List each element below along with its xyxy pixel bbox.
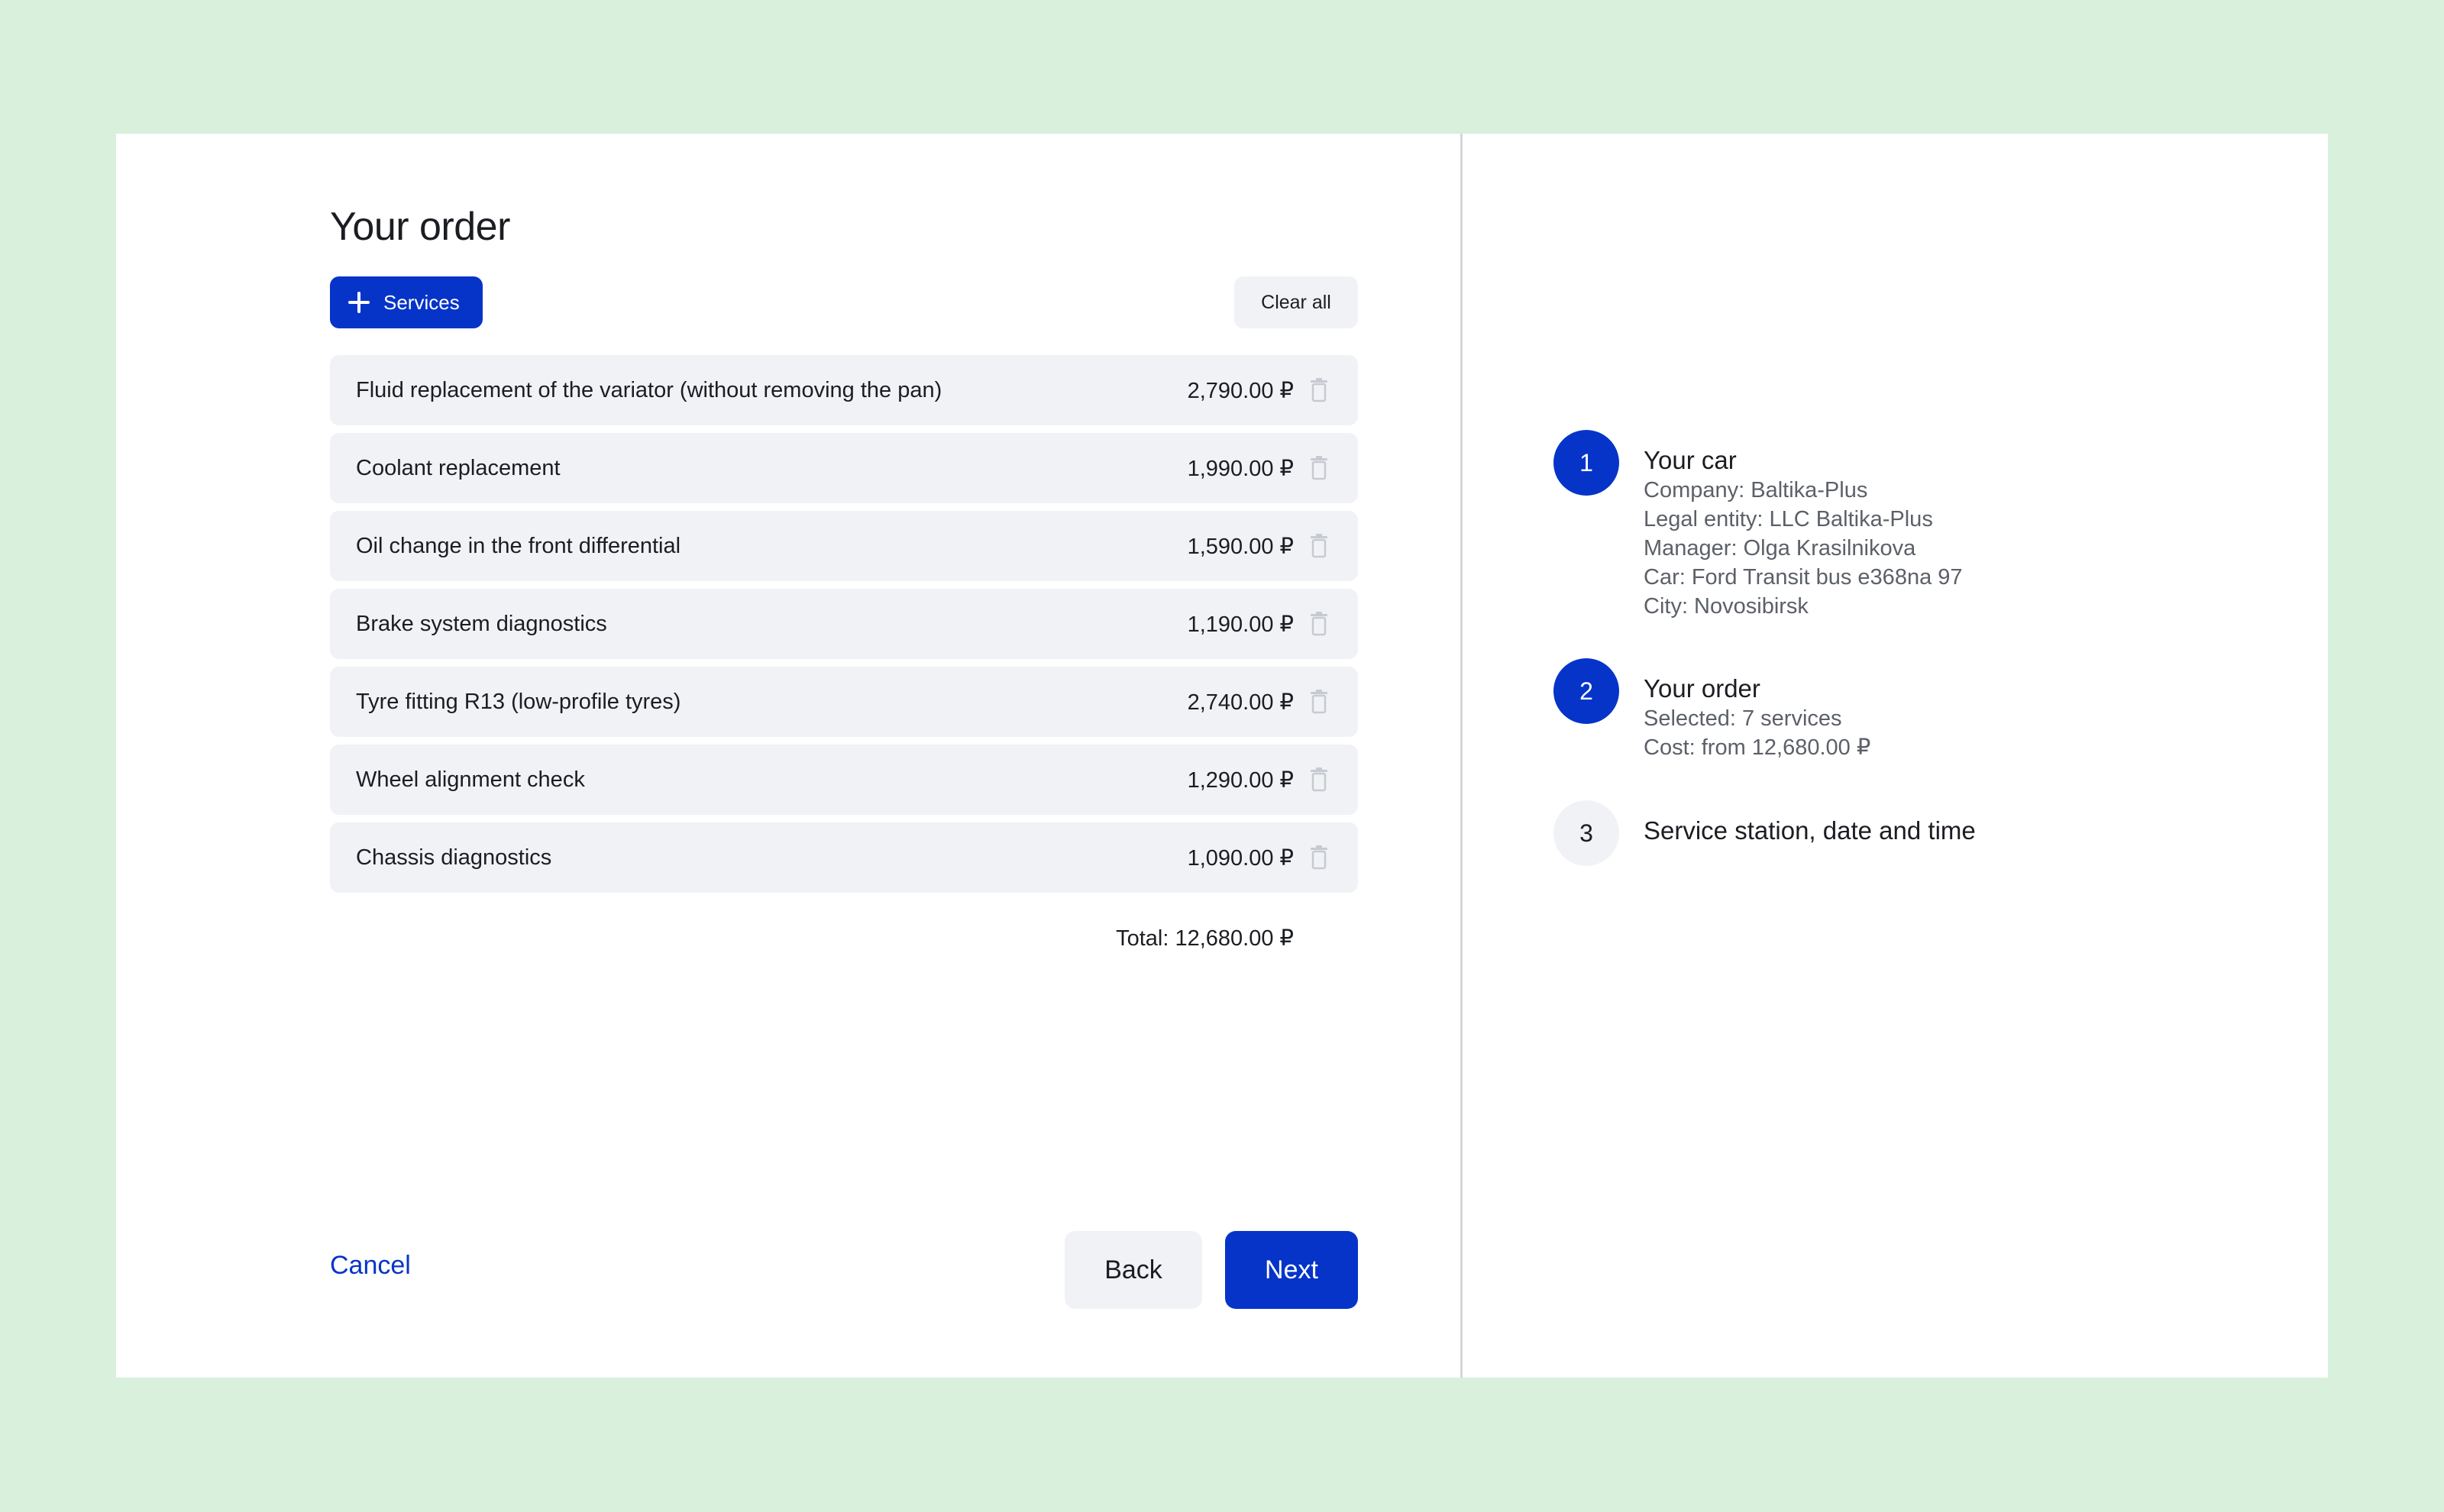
item-name: Brake system diagnostics <box>356 611 607 636</box>
total-label: Total: <box>1116 926 1169 951</box>
list-item: Tyre fitting R13 (low-profile tyres) 2,7… <box>330 667 1358 737</box>
step-title: Your order <box>1644 674 1760 703</box>
step-body: Service station, date and time <box>1644 816 2224 846</box>
trash-icon[interactable] <box>1311 534 1327 558</box>
item-name: Fluid replacement of the variator (witho… <box>356 377 942 402</box>
trash-icon[interactable] <box>1311 378 1327 402</box>
step-detail: Car: Ford Transit bus е368na 97 <box>1644 565 1963 590</box>
step-detail: Company: Baltika-Plus <box>1644 478 1868 502</box>
next-button[interactable]: Next <box>1225 1231 1358 1309</box>
cancel-link[interactable]: Cancel <box>330 1251 411 1281</box>
list-item: Coolant replacement 1,990.00 ₽ <box>330 433 1358 503</box>
step-detail: Legal entity: LLC Baltika-Plus <box>1644 507 1933 531</box>
step-number-badge: 3 <box>1553 800 1619 866</box>
item-name: Tyre fitting R13 (low-profile tyres) <box>356 689 681 714</box>
back-button[interactable]: Back <box>1065 1231 1202 1309</box>
trash-icon[interactable] <box>1311 612 1327 636</box>
step-title: Service station, date and time <box>1644 816 1976 845</box>
item-price: 2,740.00 ₽ <box>1187 690 1294 715</box>
trash-icon[interactable] <box>1311 690 1327 714</box>
list-item: Oil change in the front differential 1,5… <box>330 511 1358 581</box>
clear-all-button[interactable]: Clear all <box>1234 276 1358 328</box>
item-name: Chassis diagnostics <box>356 845 552 870</box>
step-number-badge: 2 <box>1553 658 1619 724</box>
trash-icon[interactable] <box>1311 767 1327 792</box>
add-services-button[interactable]: Services <box>330 276 483 328</box>
step-detail: City: Novosibirsk <box>1644 594 1809 619</box>
step-detail: Selected: 7 services <box>1644 706 1842 731</box>
item-price: 1,290.00 ₽ <box>1187 767 1294 793</box>
item-price: 1,590.00 ₽ <box>1187 534 1294 559</box>
step-detail: Cost: from 12,680.00 ₽ <box>1644 735 1871 760</box>
trash-icon[interactable] <box>1311 456 1327 480</box>
list-item: Fluid replacement of the variator (witho… <box>330 355 1358 425</box>
list-item: Chassis diagnostics 1,090.00 ₽ <box>330 822 1358 893</box>
item-price: 1,090.00 ₽ <box>1187 845 1294 871</box>
plus-icon <box>348 292 370 313</box>
order-panel: Your order Services Clear all Fluid repl… <box>330 134 1358 1378</box>
item-price: 1,990.00 ₽ <box>1187 456 1294 481</box>
item-price: 1,190.00 ₽ <box>1187 612 1294 637</box>
step-body: Your car Company: Baltika-Plus Legal ent… <box>1644 445 2224 621</box>
panel-divider <box>1460 134 1463 1378</box>
trash-icon[interactable] <box>1311 845 1327 870</box>
item-name: Wheel alignment check <box>356 767 585 792</box>
booking-card: Your order Services Clear all Fluid repl… <box>116 134 2328 1378</box>
step-detail: Manager: Olga Krasilnikova <box>1644 536 1916 561</box>
total-value: 12,680.00 ₽ <box>1175 926 1294 951</box>
item-name: Oil change in the front differential <box>356 533 681 558</box>
step-title: Your car <box>1644 446 1737 474</box>
item-price: 2,790.00 ₽ <box>1187 378 1294 403</box>
order-total: Total: 12,680.00 ₽ <box>1116 925 1294 951</box>
add-services-label: Services <box>383 290 460 314</box>
step-number-badge: 1 <box>1553 430 1619 496</box>
order-items-list: Fluid replacement of the variator (witho… <box>330 355 1358 900</box>
page-title: Your order <box>330 205 510 249</box>
step-body: Your order Selected: 7 services Cost: fr… <box>1644 674 2224 762</box>
list-item: Brake system diagnostics 1,190.00 ₽ <box>330 589 1358 659</box>
list-item: Wheel alignment check 1,290.00 ₽ <box>330 745 1358 815</box>
item-name: Coolant replacement <box>356 455 561 480</box>
